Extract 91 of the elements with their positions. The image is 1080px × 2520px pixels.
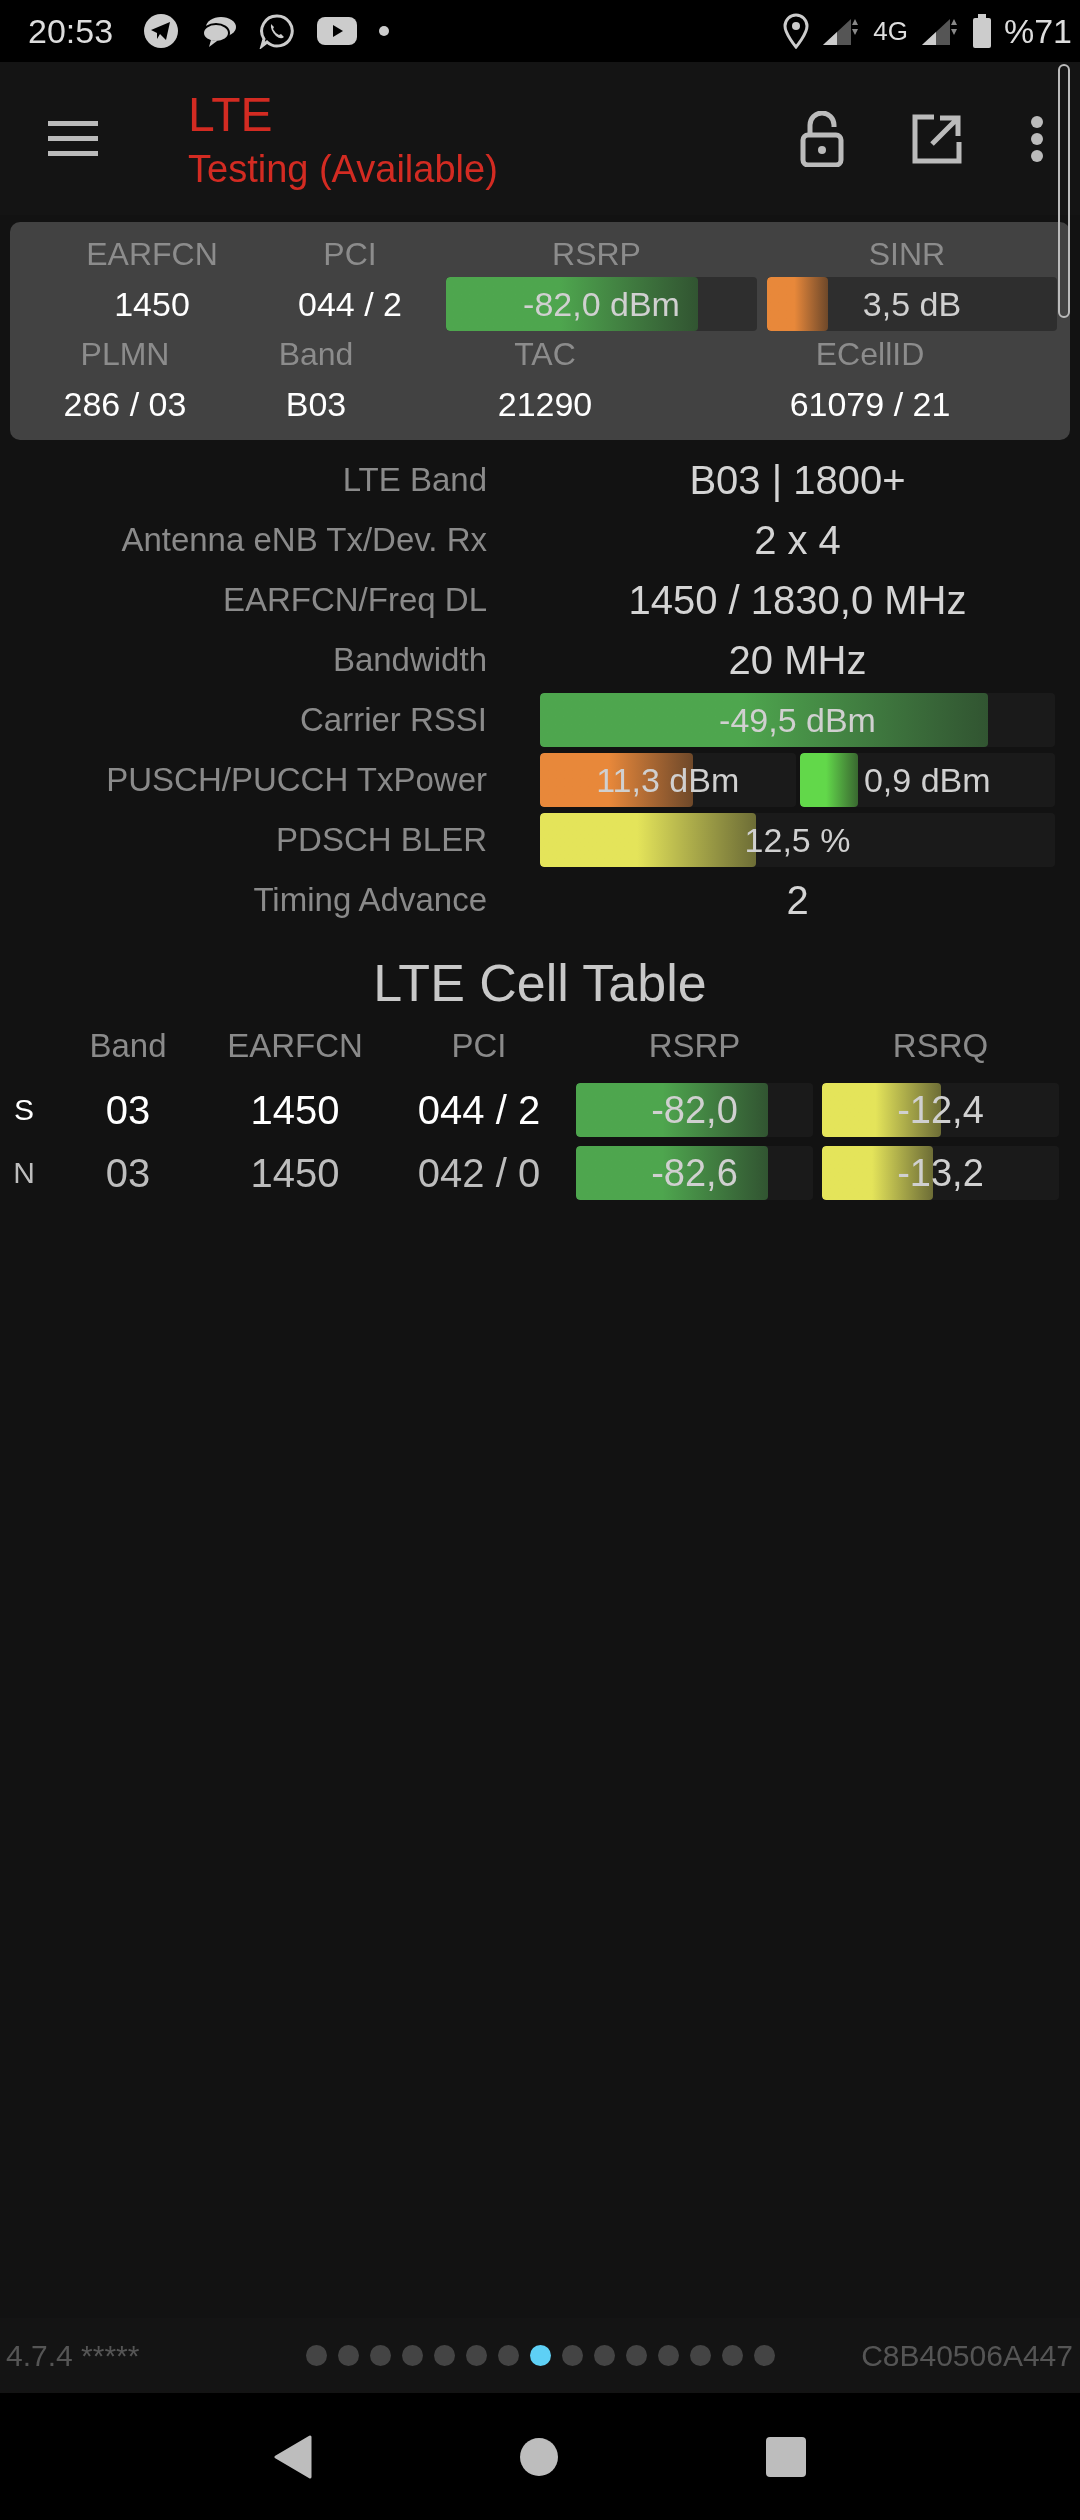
detail-value: 1450 / 1830,0 MHz	[627, 577, 968, 623]
app-version: 4.7.4 *****	[6, 2338, 141, 2373]
page-indicator-dot[interactable]	[466, 2345, 487, 2366]
phone-bubble-icon	[259, 13, 296, 49]
dot-icon	[379, 26, 390, 36]
page-indicator-dot[interactable]	[498, 2345, 519, 2366]
table-cell-text: 1450	[249, 1150, 341, 1196]
cell-type: S	[13, 1093, 35, 1127]
more-options-icon	[1030, 115, 1044, 162]
padlock-icon	[800, 110, 844, 167]
field-label: PCI	[323, 235, 377, 274]
page-indicator-dot[interactable]	[658, 2345, 679, 2366]
clock: 20:53	[28, 11, 114, 51]
share-button[interactable]	[912, 113, 962, 164]
meter-value: -82,0 dBm	[523, 284, 680, 324]
table-cell-text: 042 / 0	[416, 1150, 542, 1196]
page-indicator-dot[interactable]	[530, 2345, 551, 2366]
location-pin-icon	[783, 13, 810, 49]
field-value: 286 / 03	[63, 384, 187, 425]
field-value: 61079 / 21	[789, 384, 951, 425]
home-circle-icon	[520, 2437, 558, 2476]
column-header: EARFCN	[226, 1026, 364, 1066]
field-value: 044 / 2	[298, 284, 402, 325]
column-header: PCI	[450, 1026, 508, 1066]
battery-icon	[971, 14, 992, 48]
field-label: TAC	[514, 335, 576, 374]
column-header: RSRP	[647, 1026, 742, 1066]
back-button[interactable]	[274, 2434, 312, 2479]
detail-label: Antenna eNB Tx/Dev. Rx	[120, 521, 487, 559]
meter-value: -82,6	[651, 1151, 738, 1195]
more-options-button[interactable]	[1030, 115, 1044, 162]
page-indicator-dot[interactable]	[306, 2345, 327, 2366]
table-title: LTE Cell Table	[372, 953, 708, 1014]
meter-value: -82,0	[651, 1088, 738, 1132]
page-indicator-dot[interactable]	[754, 2345, 775, 2366]
table-cell-text: 044 / 2	[416, 1087, 542, 1133]
field-label: PLMN	[80, 335, 170, 374]
meter-value: -49,5 dBm	[719, 700, 876, 740]
detail-value: 2	[785, 877, 810, 923]
column-header: RSRQ	[891, 1026, 990, 1066]
detail-label: PUSCH/PUCCH TxPower	[105, 761, 487, 799]
network-type: 4G	[873, 15, 908, 47]
detail-value: 20 MHz	[727, 637, 868, 683]
field-value: B03	[285, 384, 347, 425]
external-link-icon	[912, 113, 962, 164]
home-button[interactable]	[520, 2437, 558, 2476]
page-indicator-dot[interactable]	[370, 2345, 391, 2366]
page-indicator-dot[interactable]	[562, 2345, 583, 2366]
page-indicator-dot[interactable]	[690, 2345, 711, 2366]
meter-value: 0,9 dBm	[863, 760, 991, 800]
field-label: SINR	[868, 235, 946, 274]
table-cell-text: 03	[104, 1087, 152, 1133]
field-value: 1450	[114, 284, 190, 325]
recents-square-icon	[766, 2436, 806, 2477]
table-cell-text: 03	[104, 1150, 152, 1196]
detail-label: EARFCN/Freq DL	[221, 581, 487, 619]
field-label: RSRP	[552, 235, 641, 274]
column-header: Band	[88, 1026, 168, 1066]
field-label: ECellID	[815, 335, 925, 374]
battery-level: %71	[1003, 11, 1072, 51]
table-cell-text: 1450	[249, 1087, 341, 1133]
detail-label: Bandwidth	[331, 641, 487, 679]
paper-plane-icon	[143, 13, 180, 49]
screen-title: LTE	[188, 86, 274, 142]
menu-button[interactable]	[48, 120, 98, 157]
field-label: EARFCN	[86, 235, 218, 274]
page-indicator-dot[interactable]	[434, 2345, 455, 2366]
cell-type: N	[12, 1156, 36, 1190]
detail-label: PDSCH BLER	[275, 821, 487, 859]
detail-label: Timing Advance	[252, 881, 487, 919]
recents-button[interactable]	[766, 2436, 806, 2477]
field-label: Band	[278, 335, 354, 374]
device-id: C8B40506A447	[861, 2338, 1073, 2373]
page-indicator-dot[interactable]	[402, 2345, 423, 2366]
menu-icon	[48, 120, 98, 157]
play-icon	[317, 17, 358, 45]
field-value: 21290	[497, 384, 593, 425]
page-indicator-dot[interactable]	[722, 2345, 743, 2366]
detail-value: 2 x 4	[753, 517, 842, 563]
detail-label: Carrier RSSI	[298, 701, 487, 739]
screen-subtitle: Testing (Available)	[188, 147, 498, 191]
meter-value: 3,5 dB	[862, 284, 962, 324]
back-triangle-icon	[274, 2434, 312, 2479]
lock-button[interactable]	[800, 110, 844, 167]
page-indicator-dot[interactable]	[338, 2345, 359, 2366]
meter-value: 12,5 %	[744, 820, 851, 860]
detail-value: B03 | 1800+	[688, 457, 907, 503]
chat-bubbles-icon	[201, 14, 238, 48]
page-indicator-dot[interactable]	[626, 2345, 647, 2366]
page-indicator-dot[interactable]	[594, 2345, 615, 2366]
detail-label: LTE Band	[341, 461, 487, 499]
